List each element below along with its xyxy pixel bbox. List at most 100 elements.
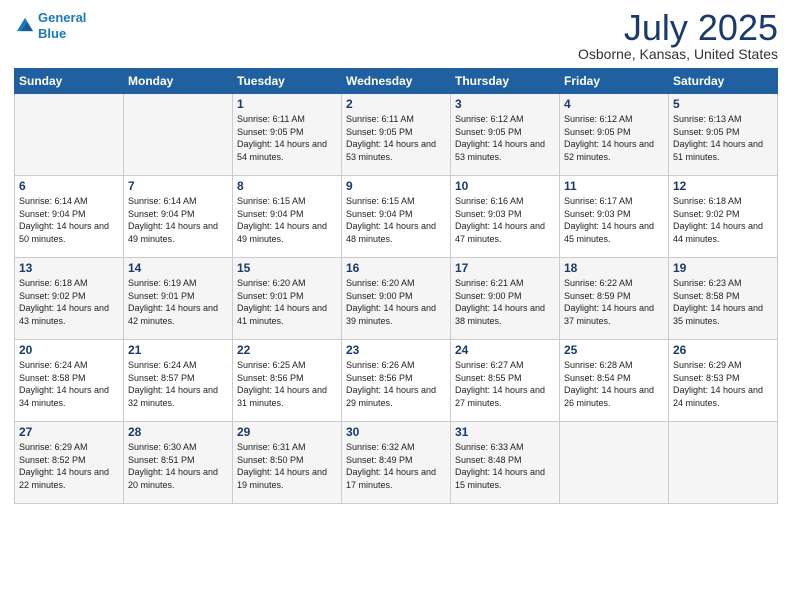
calendar-cell: 10 Sunrise: 6:16 AMSunset: 9:03 PMDayligh…	[451, 176, 560, 258]
calendar-cell: 19 Sunrise: 6:23 AMSunset: 8:58 PMDayligh…	[669, 258, 778, 340]
calendar-cell: 23Sunrise: 6:26 AMSunset: 8:56 PMDayligh…	[342, 340, 451, 422]
day-info: Sunrise: 6:20 AMSunset: 9:00 PMDaylight:…	[346, 277, 446, 327]
weekday-header-monday: Monday	[124, 69, 233, 94]
day-info: Sunrise: 6:11 AMSunset: 9:05 PMDaylight:…	[346, 113, 446, 163]
calendar-cell: 9 Sunrise: 6:15 AMSunset: 9:04 PMDaylight…	[342, 176, 451, 258]
day-number: 23	[346, 343, 446, 357]
weekday-header-sunday: Sunday	[15, 69, 124, 94]
day-number: 14	[128, 261, 228, 275]
day-info: Sunrise: 6:14 AMSunset: 9:04 PMDaylight:…	[128, 195, 228, 245]
calendar-week-4: 20Sunrise: 6:24 AMSunset: 8:58 PMDayligh…	[15, 340, 778, 422]
day-number: 8	[237, 179, 337, 193]
day-info: Sunrise: 6:15 AMSunset: 9:04 PMDaylight:…	[346, 195, 446, 245]
day-number: 3	[455, 97, 555, 111]
day-info: Sunrise: 6:25 AMSunset: 8:56 PMDaylight:…	[237, 359, 337, 409]
day-info: Sunrise: 6:18 AMSunset: 9:02 PMDaylight:…	[19, 277, 119, 327]
weekday-header-saturday: Saturday	[669, 69, 778, 94]
calendar-cell	[15, 94, 124, 176]
day-info: Sunrise: 6:33 AMSunset: 8:48 PMDaylight:…	[455, 441, 555, 491]
logo: General Blue	[14, 10, 86, 41]
calendar-cell: 17 Sunrise: 6:21 AMSunset: 9:00 PMDayligh…	[451, 258, 560, 340]
day-info: Sunrise: 6:14 AMSunset: 9:04 PMDaylight:…	[19, 195, 119, 245]
day-number: 1	[237, 97, 337, 111]
calendar-cell: 7 Sunrise: 6:14 AMSunset: 9:04 PMDaylight…	[124, 176, 233, 258]
day-info: Sunrise: 6:11 AMSunset: 9:05 PMDaylight:…	[237, 113, 337, 163]
day-number: 12	[673, 179, 773, 193]
day-number: 6	[19, 179, 119, 193]
calendar-table: SundayMondayTuesdayWednesdayThursdayFrid…	[14, 68, 778, 504]
calendar-cell: 18 Sunrise: 6:22 AMSunset: 8:59 PMDayligh…	[560, 258, 669, 340]
day-number: 26	[673, 343, 773, 357]
logo-icon	[14, 15, 36, 37]
calendar-cell: 8 Sunrise: 6:15 AMSunset: 9:04 PMDaylight…	[233, 176, 342, 258]
day-info: Sunrise: 6:24 AMSunset: 8:57 PMDaylight:…	[128, 359, 228, 409]
day-info: Sunrise: 6:13 AMSunset: 9:05 PMDaylight:…	[673, 113, 773, 163]
calendar-cell: 20Sunrise: 6:24 AMSunset: 8:58 PMDayligh…	[15, 340, 124, 422]
calendar-cell: 29Sunrise: 6:31 AMSunset: 8:50 PMDayligh…	[233, 422, 342, 504]
calendar-week-1: 1 Sunrise: 6:11 AMSunset: 9:05 PMDaylight…	[15, 94, 778, 176]
calendar-cell: 14 Sunrise: 6:19 AMSunset: 9:01 PMDayligh…	[124, 258, 233, 340]
day-number: 31	[455, 425, 555, 439]
day-info: Sunrise: 6:17 AMSunset: 9:03 PMDaylight:…	[564, 195, 664, 245]
day-info: Sunrise: 6:12 AMSunset: 9:05 PMDaylight:…	[564, 113, 664, 163]
day-info: Sunrise: 6:29 AMSunset: 8:52 PMDaylight:…	[19, 441, 119, 491]
day-info: Sunrise: 6:24 AMSunset: 8:58 PMDaylight:…	[19, 359, 119, 409]
day-number: 27	[19, 425, 119, 439]
calendar-cell: 28Sunrise: 6:30 AMSunset: 8:51 PMDayligh…	[124, 422, 233, 504]
day-number: 19	[673, 261, 773, 275]
calendar-cell: 16Sunrise: 6:20 AMSunset: 9:00 PMDayligh…	[342, 258, 451, 340]
day-info: Sunrise: 6:23 AMSunset: 8:58 PMDaylight:…	[673, 277, 773, 327]
day-number: 18	[564, 261, 664, 275]
location-subtitle: Osborne, Kansas, United States	[578, 46, 778, 62]
day-number: 25	[564, 343, 664, 357]
calendar-cell: 4 Sunrise: 6:12 AMSunset: 9:05 PMDaylight…	[560, 94, 669, 176]
calendar-cell: 15 Sunrise: 6:20 AMSunset: 9:01 PMDayligh…	[233, 258, 342, 340]
title-block: July 2025 Osborne, Kansas, United States	[578, 10, 778, 62]
weekday-header-wednesday: Wednesday	[342, 69, 451, 94]
day-info: Sunrise: 6:20 AMSunset: 9:01 PMDaylight:…	[237, 277, 337, 327]
day-number: 17	[455, 261, 555, 275]
calendar-cell: 26 Sunrise: 6:29 AMSunset: 8:53 PMDayligh…	[669, 340, 778, 422]
calendar-cell: 1 Sunrise: 6:11 AMSunset: 9:05 PMDaylight…	[233, 94, 342, 176]
calendar-cell: 24Sunrise: 6:27 AMSunset: 8:55 PMDayligh…	[451, 340, 560, 422]
day-number: 30	[346, 425, 446, 439]
day-info: Sunrise: 6:22 AMSunset: 8:59 PMDaylight:…	[564, 277, 664, 327]
calendar-cell: 5Sunrise: 6:13 AMSunset: 9:05 PMDaylight…	[669, 94, 778, 176]
day-info: Sunrise: 6:16 AMSunset: 9:03 PMDaylight:…	[455, 195, 555, 245]
day-number: 9	[346, 179, 446, 193]
calendar-cell	[124, 94, 233, 176]
weekday-header-row: SundayMondayTuesdayWednesdayThursdayFrid…	[15, 69, 778, 94]
calendar-cell	[560, 422, 669, 504]
day-info: Sunrise: 6:28 AMSunset: 8:54 PMDaylight:…	[564, 359, 664, 409]
calendar-cell: 27 Sunrise: 6:29 AMSunset: 8:52 PMDayligh…	[15, 422, 124, 504]
calendar-cell: 30Sunrise: 6:32 AMSunset: 8:49 PMDayligh…	[342, 422, 451, 504]
logo-text: General Blue	[38, 10, 86, 41]
page-container: General Blue July 2025 Osborne, Kansas, …	[0, 0, 792, 510]
day-number: 21	[128, 343, 228, 357]
day-info: Sunrise: 6:21 AMSunset: 9:00 PMDaylight:…	[455, 277, 555, 327]
day-info: Sunrise: 6:15 AMSunset: 9:04 PMDaylight:…	[237, 195, 337, 245]
day-info: Sunrise: 6:12 AMSunset: 9:05 PMDaylight:…	[455, 113, 555, 163]
calendar-week-5: 27 Sunrise: 6:29 AMSunset: 8:52 PMDayligh…	[15, 422, 778, 504]
weekday-header-tuesday: Tuesday	[233, 69, 342, 94]
calendar-cell: 12Sunrise: 6:18 AMSunset: 9:02 PMDayligh…	[669, 176, 778, 258]
day-info: Sunrise: 6:29 AMSunset: 8:53 PMDaylight:…	[673, 359, 773, 409]
calendar-cell: 31 Sunrise: 6:33 AMSunset: 8:48 PMDayligh…	[451, 422, 560, 504]
calendar-cell: 13 Sunrise: 6:18 AMSunset: 9:02 PMDayligh…	[15, 258, 124, 340]
weekday-header-friday: Friday	[560, 69, 669, 94]
header: General Blue July 2025 Osborne, Kansas, …	[14, 10, 778, 62]
day-number: 4	[564, 97, 664, 111]
day-number: 7	[128, 179, 228, 193]
weekday-header-thursday: Thursday	[451, 69, 560, 94]
day-number: 22	[237, 343, 337, 357]
calendar-cell: 21 Sunrise: 6:24 AMSunset: 8:57 PMDayligh…	[124, 340, 233, 422]
day-number: 15	[237, 261, 337, 275]
calendar-week-2: 6 Sunrise: 6:14 AMSunset: 9:04 PMDaylight…	[15, 176, 778, 258]
day-number: 10	[455, 179, 555, 193]
day-info: Sunrise: 6:19 AMSunset: 9:01 PMDaylight:…	[128, 277, 228, 327]
calendar-cell: 22 Sunrise: 6:25 AMSunset: 8:56 PMDayligh…	[233, 340, 342, 422]
calendar-week-3: 13 Sunrise: 6:18 AMSunset: 9:02 PMDayligh…	[15, 258, 778, 340]
day-info: Sunrise: 6:30 AMSunset: 8:51 PMDaylight:…	[128, 441, 228, 491]
calendar-cell: 3 Sunrise: 6:12 AMSunset: 9:05 PMDaylight…	[451, 94, 560, 176]
day-number: 13	[19, 261, 119, 275]
